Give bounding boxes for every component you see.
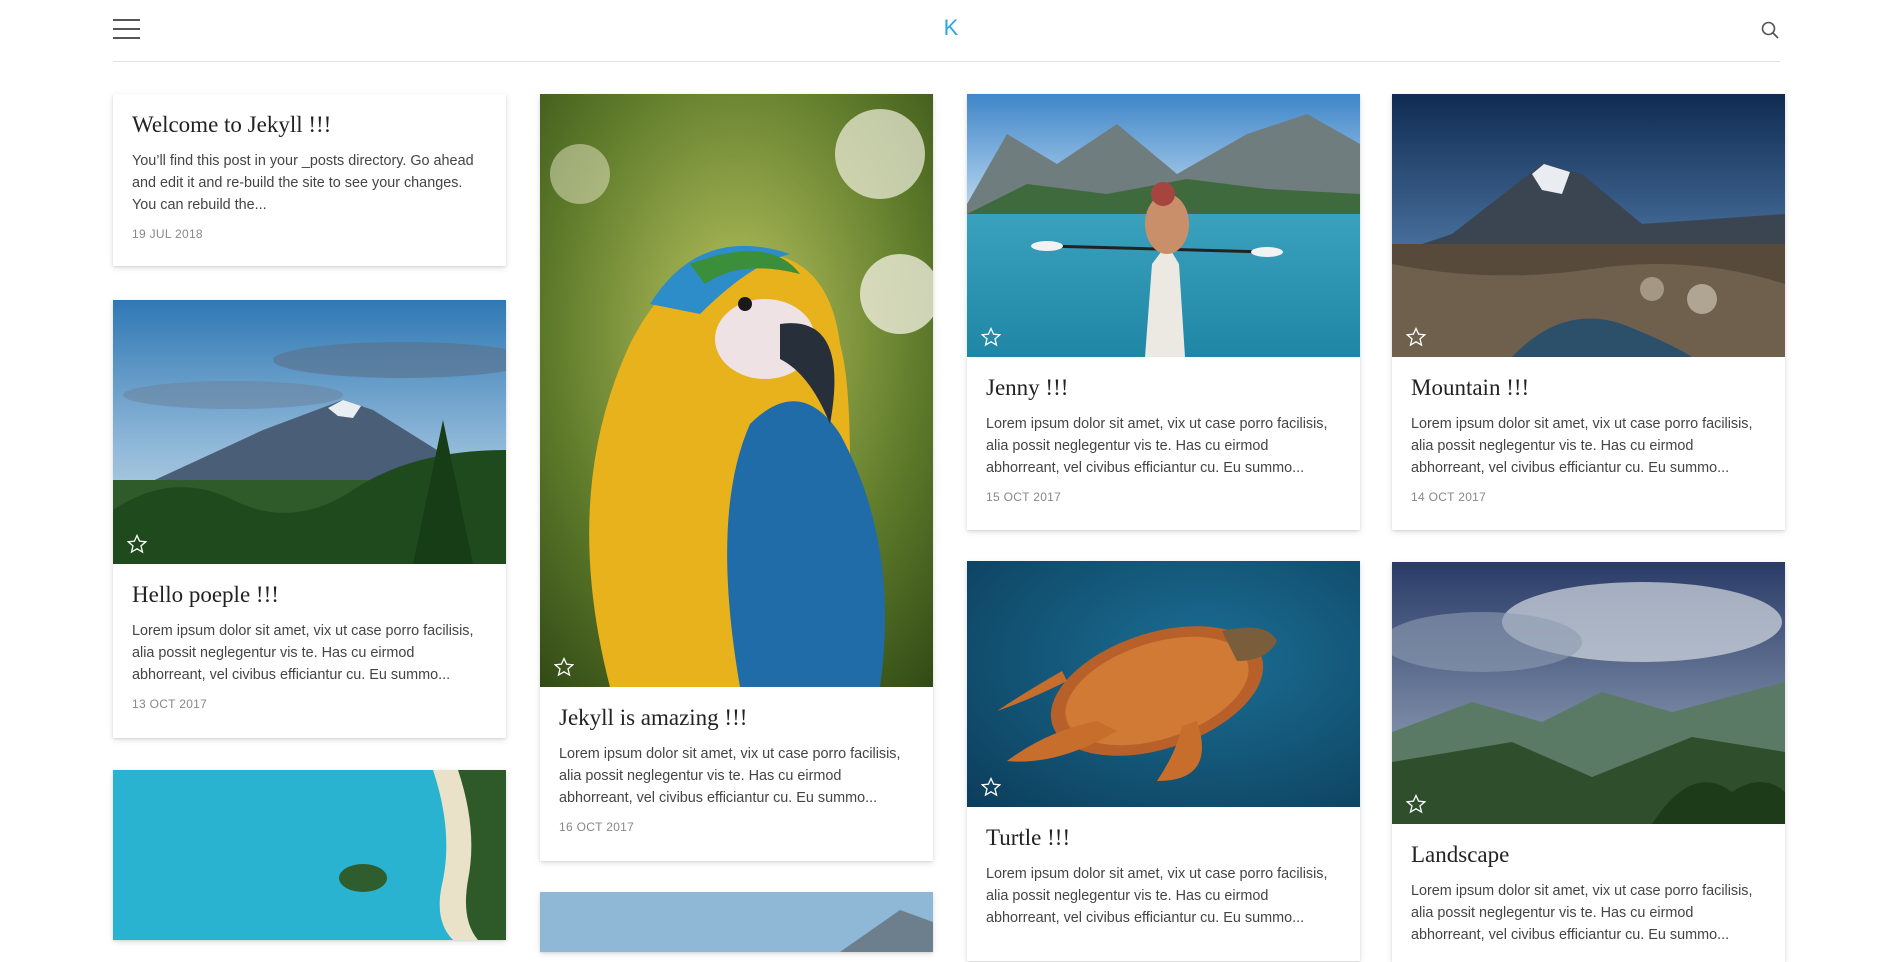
post-image[interactable] bbox=[113, 770, 506, 940]
post-card[interactable]: Mountain !!! Lorem ipsum dolor sit amet,… bbox=[1392, 94, 1785, 530]
post-image[interactable] bbox=[967, 94, 1360, 357]
post-title[interactable]: Jekyll is amazing !!! bbox=[559, 703, 914, 733]
post-image[interactable] bbox=[113, 300, 506, 564]
post-image[interactable] bbox=[967, 561, 1360, 807]
site-logo[interactable]: K bbox=[939, 14, 963, 42]
post-date: 13 OCT 2017 bbox=[132, 697, 208, 711]
search-icon[interactable] bbox=[1760, 20, 1780, 40]
post-image[interactable] bbox=[540, 892, 933, 952]
post-card[interactable]: Jekyll is amazing !!! Lorem ipsum dolor … bbox=[540, 94, 933, 861]
post-title[interactable]: Turtle !!! bbox=[986, 823, 1341, 853]
star-icon[interactable] bbox=[1406, 327, 1426, 347]
post-card[interactable]: Hello poeple !!! Lorem ipsum dolor sit a… bbox=[113, 300, 506, 738]
post-excerpt: Lorem ipsum dolor sit amet, vix ut case … bbox=[1411, 416, 1753, 476]
post-title[interactable]: Jenny !!! bbox=[986, 373, 1341, 403]
hamburger-menu-icon[interactable] bbox=[113, 19, 140, 39]
post-excerpt: Lorem ipsum dolor sit amet, vix ut case … bbox=[986, 866, 1328, 926]
post-title[interactable]: Welcome to Jekyll !!! bbox=[132, 110, 487, 140]
post-title[interactable]: Mountain !!! bbox=[1411, 373, 1766, 403]
star-icon[interactable] bbox=[554, 657, 574, 677]
post-date: 16 OCT 2017 bbox=[559, 820, 635, 834]
post-excerpt: Lorem ipsum dolor sit amet, vix ut case … bbox=[1411, 883, 1753, 943]
post-card[interactable] bbox=[540, 892, 933, 952]
post-title[interactable]: Hello poeple !!! bbox=[132, 580, 487, 610]
post-card[interactable]: Jenny !!! Lorem ipsum dolor sit amet, vi… bbox=[967, 94, 1360, 530]
post-date: 14 OCT 2017 bbox=[1411, 490, 1487, 504]
post-image[interactable] bbox=[1392, 94, 1785, 357]
site-header: K bbox=[113, 0, 1780, 62]
post-card[interactable]: Landscape Lorem ipsum dolor sit amet, vi… bbox=[1392, 562, 1785, 962]
post-excerpt: Lorem ipsum dolor sit amet, vix ut case … bbox=[559, 746, 901, 806]
post-excerpt: You’ll find this post in your _posts dir… bbox=[132, 153, 474, 213]
post-date: 15 OCT 2017 bbox=[986, 490, 1062, 504]
post-title[interactable]: Landscape bbox=[1411, 840, 1766, 870]
star-icon[interactable] bbox=[1406, 794, 1426, 814]
post-card[interactable]: Turtle !!! Lorem ipsum dolor sit amet, v… bbox=[967, 561, 1360, 961]
star-icon[interactable] bbox=[981, 327, 1001, 347]
post-date: 19 JUL 2018 bbox=[132, 227, 203, 241]
post-excerpt: Lorem ipsum dolor sit amet, vix ut case … bbox=[132, 623, 474, 683]
star-icon[interactable] bbox=[981, 777, 1001, 797]
post-excerpt: Lorem ipsum dolor sit amet, vix ut case … bbox=[986, 416, 1328, 476]
post-card[interactable] bbox=[113, 770, 506, 940]
post-image[interactable] bbox=[1392, 562, 1785, 824]
post-card[interactable]: Welcome to Jekyll !!! You’ll find this p… bbox=[113, 94, 506, 266]
star-icon[interactable] bbox=[127, 534, 147, 554]
post-image[interactable] bbox=[540, 94, 933, 687]
